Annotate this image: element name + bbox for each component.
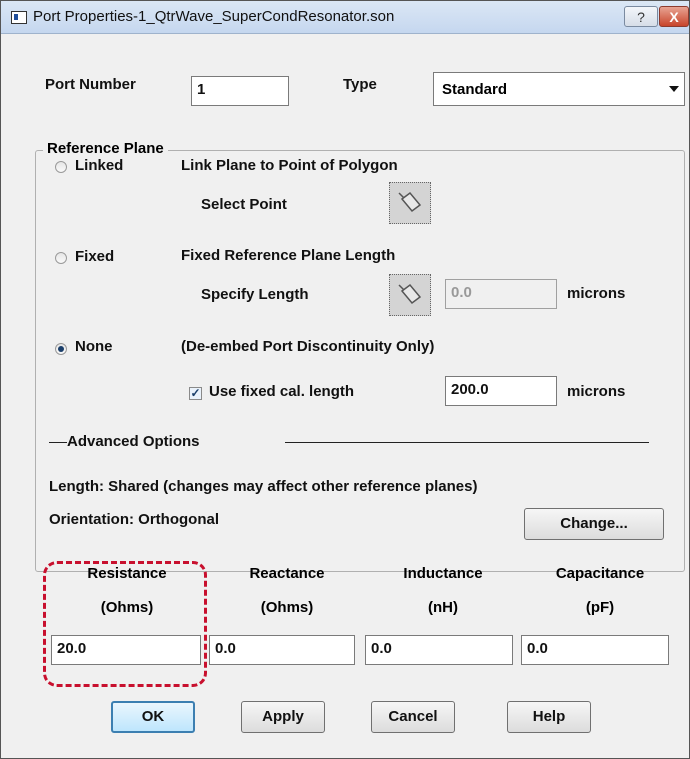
orientation-text: Orientation: Orthogonal [49,511,219,528]
specify-length-button[interactable] [389,274,431,316]
port-number-input[interactable]: 1 [191,76,289,106]
port-number-label: Port Number [45,76,136,93]
reactance-input[interactable]: 0.0 [209,635,355,665]
linked-radio[interactable] [55,161,67,173]
none-description: (De-embed Port Discontinuity Only) [181,338,435,355]
resistance-highlight [43,561,207,687]
select-point-button[interactable] [389,182,431,224]
cancel-button[interactable]: Cancel [371,701,455,733]
use-fixed-cal-label: Use fixed cal. length [209,383,355,400]
capacitance-input[interactable]: 0.0 [521,635,669,665]
none-label: None [75,338,113,355]
apply-button[interactable]: Apply [241,701,325,733]
reference-plane-label: Reference Plane [43,140,168,157]
inductance-input[interactable]: 0.0 [365,635,513,665]
specify-length-label: Specify Length [201,286,309,303]
app-icon [11,11,27,24]
help-button[interactable]: Help [507,701,591,733]
cal-length-units: microns [567,383,626,400]
none-radio[interactable] [55,343,67,355]
advanced-divider-left [49,442,67,443]
advanced-options-label: Advanced Options [67,433,200,450]
close-button[interactable]: X [659,6,689,27]
dialog-client: Port Number 1 Type Standard Reference Pl… [5,34,687,754]
fixed-description: Fixed Reference Plane Length [181,247,396,264]
reactance-label: Reactance [249,565,325,582]
chevron-down-icon[interactable] [669,86,679,92]
window-title: Port Properties-1_QtrWave_SuperCondReson… [33,8,395,25]
fixed-length-units: microns [567,285,626,302]
change-button[interactable]: Change... [524,508,664,540]
cal-length-input[interactable]: 200.0 [445,376,557,406]
fixed-radio[interactable] [55,252,67,264]
select-point-label: Select Point [201,196,287,213]
help-title-button[interactable]: ? [624,6,658,27]
ok-button[interactable]: OK [111,701,195,733]
linked-description: Link Plane to Point of Polygon [181,157,398,174]
pick-point-icon [398,191,422,213]
type-select[interactable]: Standard [433,72,685,106]
title-bar[interactable]: Port Properties-1_QtrWave_SuperCondReson… [1,1,689,34]
advanced-divider-right [285,442,649,443]
pick-point-icon [398,283,422,305]
capacitance-unit: (pF) [585,599,615,616]
type-select-value: Standard [442,81,508,98]
port-properties-dialog: Port Properties-1_QtrWave_SuperCondReson… [0,0,690,759]
use-fixed-cal-checkbox[interactable]: ✓ [189,387,202,400]
linked-label: Linked [75,157,124,174]
inductance-unit: (nH) [428,599,458,616]
type-label: Type [343,76,377,93]
length-text: Length: Shared (changes may affect other… [49,478,478,495]
fixed-length-input[interactable]: 0.0 [445,279,557,309]
inductance-label: Inductance [403,565,483,582]
fixed-label: Fixed [75,248,115,265]
capacitance-label: Capacitance [555,565,645,582]
reactance-unit: (Ohms) [260,599,314,616]
